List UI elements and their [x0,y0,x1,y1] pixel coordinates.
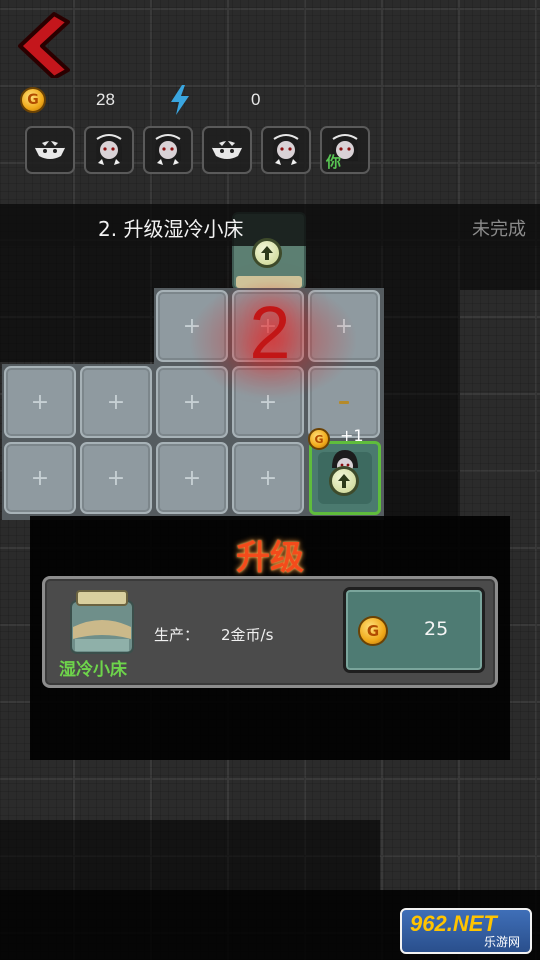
build-slot[interactable]: + [80,442,152,514]
ghost-face-icon [212,140,242,159]
player-bed-upgrade-button[interactable] [329,466,359,496]
character-slot[interactable] [202,126,252,174]
production-label: 生产： [154,626,200,644]
income-popup: +1 [340,426,364,445]
build-slot[interactable]: + [156,442,228,514]
coin-counter: G [20,86,46,114]
watermark-logo: 962.NET 乐游网 [400,908,532,954]
build-slot[interactable]: + [80,366,152,438]
damp-bed-icon [70,590,134,654]
ghost-girl-icon [273,133,299,165]
upgrade-card: 湿冷小床 生产： 2金币/s G 25 [42,576,498,688]
step-number: 2 [249,291,291,374]
panel-title: 升级 [236,538,304,578]
character-slot[interactable] [25,126,75,174]
you-tag: 你 [326,153,342,171]
character-slots: 你 [25,126,370,174]
build-slot[interactable]: + [4,442,76,514]
wall-shadow [0,290,154,362]
upgrade-buy-button[interactable]: G 25 [343,587,485,673]
item-name: 湿冷小床 [59,660,127,680]
upgrade-panel: 升级 湿冷小床 生产： 2金币/s G 25 [30,516,510,760]
character-slot[interactable] [261,126,311,174]
wall-shadow [382,290,460,516]
gold-coin-icon: G [308,428,330,450]
door-handle-icon [339,400,349,404]
build-slot[interactable]: + [4,366,76,438]
coin-amount: 28 [96,90,115,109]
back-button[interactable] [14,12,74,80]
character-slot[interactable] [84,126,134,174]
production-value: 2金币/s [221,626,274,644]
bed-upgrade-button[interactable] [252,238,282,268]
task-status: 未完成 [472,219,526,240]
ghost-girl-icon [96,133,122,165]
build-slot[interactable]: + [232,442,304,514]
gold-coin-icon: G [358,616,388,646]
gold-coin-icon: G [20,87,46,113]
character-slot[interactable] [143,126,193,174]
energy-amount-wrap: 0 [251,86,260,114]
energy-amount: 0 [251,90,261,109]
coin-amount-wrap: 28 [96,86,115,114]
task-description: 2. 升级湿冷小床 [98,217,244,241]
ghost-girl-icon [155,133,181,165]
wall-shadow [0,820,380,890]
ghost-face-icon [35,140,65,159]
character-slot-player[interactable]: 你 [320,126,370,174]
lightning-icon [171,85,189,115]
energy-counter [168,85,192,115]
upgrade-price: 25 [424,618,449,640]
arrow-up-icon [261,246,273,260]
chevron-left-icon [18,12,70,80]
arrow-up-icon [338,474,350,488]
watermark-subtitle: 乐游网 [483,935,520,949]
